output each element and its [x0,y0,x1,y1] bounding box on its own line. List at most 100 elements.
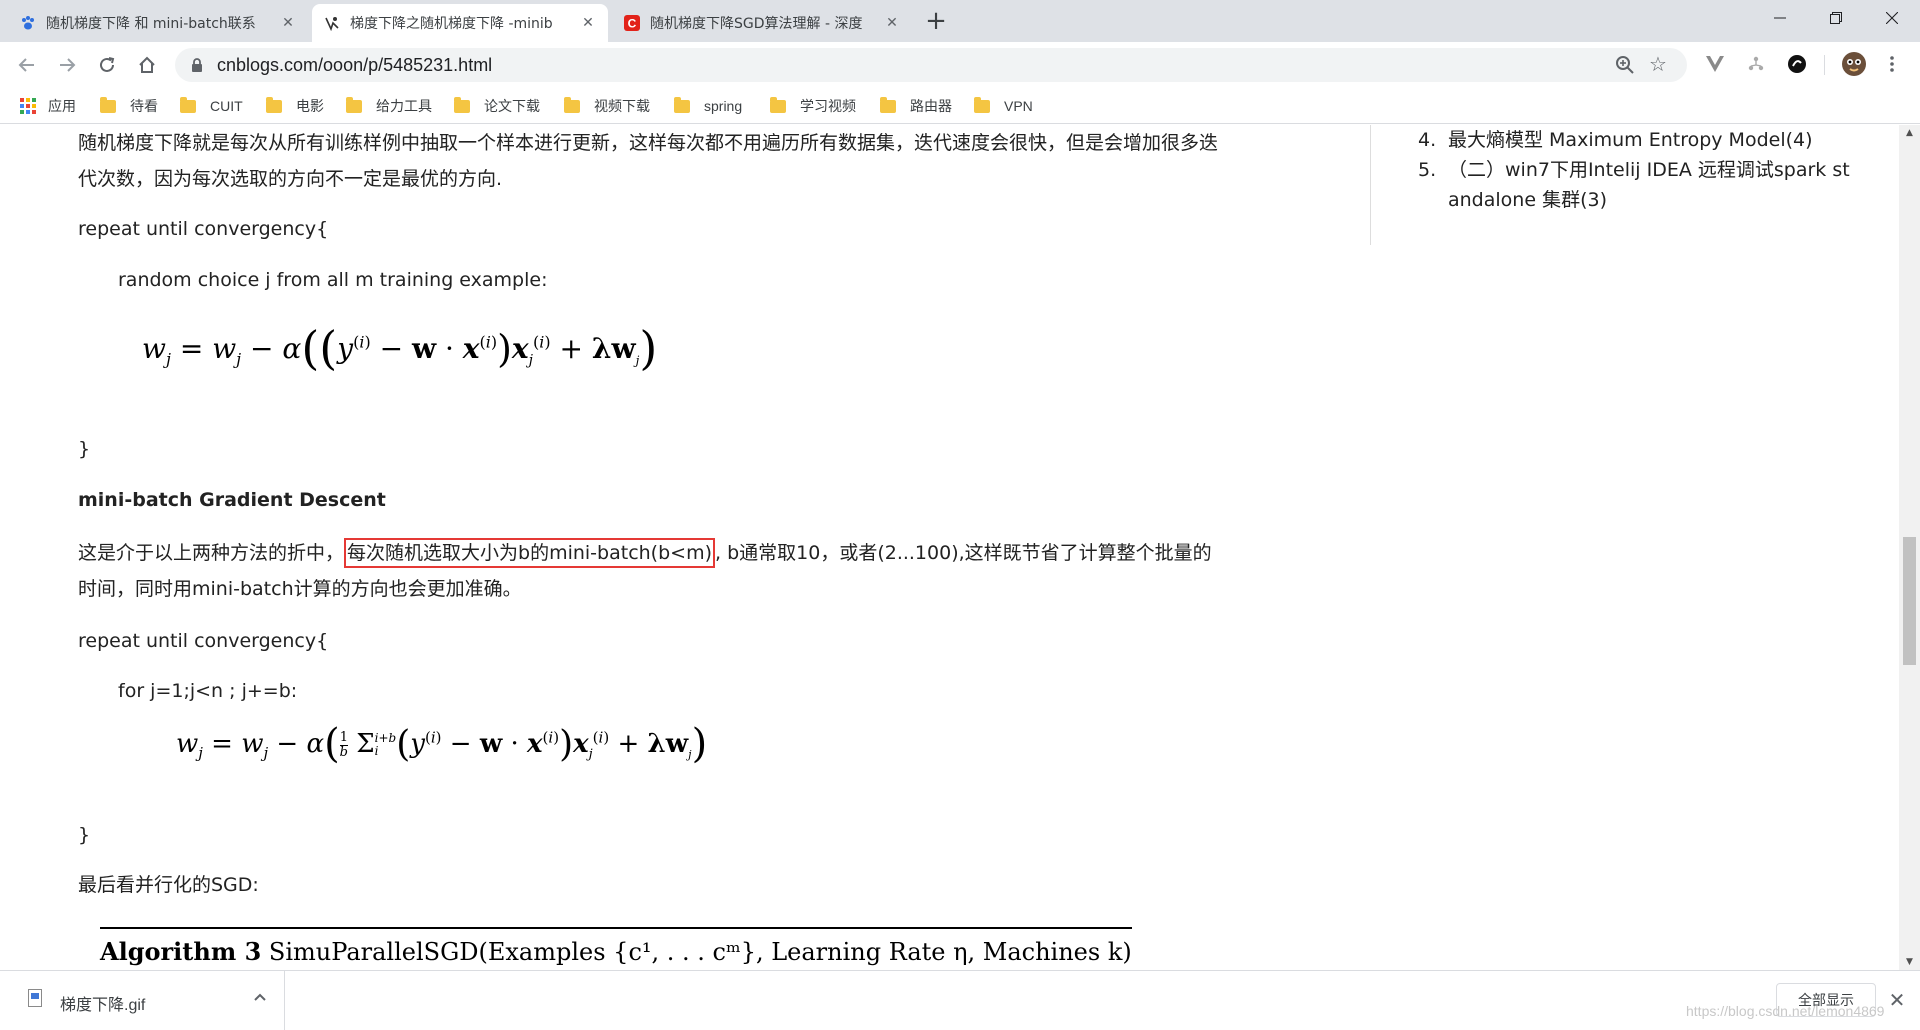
bookmark-label: 学习视频 [800,98,856,114]
avatar[interactable] [1840,50,1868,78]
folder-icon [100,96,116,113]
toolbar-separator [1824,55,1825,75]
bookmark-folder[interactable]: 视频下载 [564,94,650,118]
apps-grid-icon [20,98,36,114]
item-number: 5. [1418,159,1437,181]
chevron-up-icon[interactable] [250,987,270,1007]
sidebar-item[interactable]: 5. （二）win7下用Intelij IDEA 远程调试spark st [1418,155,1888,185]
download-filename[interactable]: 梯度下降.gif [60,991,145,1015]
folder-icon [674,96,690,113]
extension-tree-icon[interactable] [1744,52,1768,76]
minibatch-text-post: , b通常取10，或者(2...100),这样既节省了计算整个批量的 [715,542,1212,564]
bookmark-label: VPN [1004,98,1033,114]
minibatch-paragraph-line2: 时间，同时用mini-batch计算的方向也会更加准确。 [78,578,522,600]
highlight-box: 每次随机选取大小为b的mini-batch(b<m) [344,538,715,568]
forward-button[interactable] [52,50,82,80]
close-window-button[interactable] [1864,0,1920,36]
extension-circle-icon[interactable] [1785,52,1809,76]
parallel-sgd-text: 最后看并行化的SGD: [78,874,259,896]
bookmark-folder[interactable]: 路由器 [880,94,952,118]
repeat-line-2: repeat until convergency{ [78,630,329,652]
bookmark-label: CUIT [210,98,243,114]
maximize-button[interactable] [1808,0,1864,36]
address-bar[interactable]: cnblogs.com/ooon/p/5485231.html ☆ [175,48,1687,82]
zoom-icon[interactable] [1615,55,1635,75]
folder-icon [454,96,470,113]
watermark: https://blog.csdn.net/lemon4869 [1686,1003,1885,1019]
minimize-button[interactable] [1752,0,1808,36]
sidebar-list: 4. 最大熵模型 Maximum Entropy Model(4) 5. （二）… [1418,125,1888,215]
page-scrollbar[interactable]: ▲ ▼ [1899,125,1920,970]
tab-title: 随机梯度下降SGD算法理解 - 深度 [650,16,863,32]
sidebar-link[interactable]: 最大熵模型 Maximum Entropy Model(4) [1448,129,1813,151]
tab-2[interactable]: 梯度下降之随机梯度下降 -minib ✕ [312,4,608,42]
home-button[interactable] [132,50,162,80]
scrollbar-thumb[interactable] [1903,537,1916,665]
random-choice-line: random choice j from all m training exam… [118,269,548,291]
bookmark-label: 待看 [130,98,158,114]
folder-icon [346,96,362,113]
close-icon[interactable]: ✕ [580,15,596,31]
bookmark-folder[interactable]: 待看 [100,94,158,118]
reload-button[interactable] [92,50,122,80]
algorithm-box: Algorithm 3 SimuParallelSGD(Examples {c¹… [100,927,1132,970]
paw-icon [20,15,36,31]
bookmark-label: 电影 [296,98,324,114]
folder-icon [880,96,896,113]
bookmark-folder[interactable]: CUIT [180,94,243,118]
folder-icon [180,96,196,113]
bookmark-folder[interactable]: VPN [974,94,1033,118]
minibatch-update-formula: wj = wj − α(1 b Σi+b i (y(i) − w · x(i))xj(… [176,721,708,767]
bookmark-label: 应用 [48,98,76,114]
bookmark-apps[interactable]: 应用 [20,94,76,118]
close-brace-1: } [78,438,91,460]
folder-icon [266,96,282,113]
minibatch-paragraph-line1: 这是介于以上两种方法的折中， 每次随机选取大小为b的mini-batch(b<m)… [78,535,1212,571]
close-icon[interactable]: ✕ [884,15,900,31]
scroll-up-icon[interactable]: ▲ [1899,125,1920,141]
folder-icon [974,96,990,113]
tab-3[interactable]: C 随机梯度下降SGD算法理解 - 深度 ✕ [612,4,912,42]
close-icon [1886,12,1898,24]
sgd-paragraph-line1: 随机梯度下降就是每次从所有训练样例中抽取一个样本进行更新，这样每次都不用遍历所有… [78,132,1219,154]
tab-1[interactable]: 随机梯度下降 和 mini-batch联系 ✕ [8,4,308,42]
folder-icon [770,96,786,113]
sgd-update-formula: wj = wj − α((y(i) − w · x(i))xj(i) + λwj… [142,321,658,375]
bookmark-label: 视频下载 [594,98,650,114]
bookmark-label: 给力工具 [376,98,432,114]
lock-icon[interactable] [189,57,205,73]
menu-button[interactable] [1880,52,1904,76]
scroll-down-icon[interactable]: ▼ [1899,954,1920,970]
close-brace-2: } [78,824,91,846]
close-icon[interactable]: ✕ [280,15,296,31]
download-item[interactable]: 梯度下降.gif [0,971,285,1030]
sidebar-link[interactable]: andalone 集群(3) [1448,189,1607,211]
sidebar-item[interactable]: andalone 集群(3) [1418,185,1888,215]
more-vert-icon [1890,56,1894,72]
bookmark-folder[interactable]: 电影 [266,94,324,118]
minibatch-text-pre: 这是介于以上两种方法的折中， [78,542,345,564]
url-text[interactable]: cnblogs.com/ooon/p/5485231.html [217,55,492,76]
arrow-left-icon [18,58,34,72]
folder-icon [564,96,580,113]
svg-text:C: C [628,17,637,31]
sgd-paragraph-line2: 代次数，因为每次选取的方向不一定是最优的方向. [78,168,503,190]
sidebar-link[interactable]: （二）win7下用Intelij IDEA 远程调试spark st [1448,159,1850,181]
vue-devtools-icon[interactable] [1703,52,1727,76]
restore-icon [1830,12,1842,24]
bookmark-folder[interactable]: spring [674,94,742,118]
bookmark-folder[interactable]: 学习视频 [770,94,856,118]
bookmark-label: 论文下载 [484,98,540,114]
close-icon[interactable]: ✕ [1886,989,1908,1011]
back-button[interactable] [12,50,42,80]
bookmark-folder[interactable]: 给力工具 [346,94,432,118]
star-icon[interactable]: ☆ [1647,53,1669,75]
tab-title: 随机梯度下降 和 mini-batch联系 [46,16,256,32]
bookmark-label: spring [704,98,743,114]
home-icon [139,56,155,73]
item-number: 4. [1418,129,1437,151]
csdn-icon: C [624,15,640,31]
new-tab-button[interactable]: + [922,8,950,36]
sidebar-item[interactable]: 4. 最大熵模型 Maximum Entropy Model(4) [1418,125,1888,155]
bookmark-folder[interactable]: 论文下载 [454,94,540,118]
